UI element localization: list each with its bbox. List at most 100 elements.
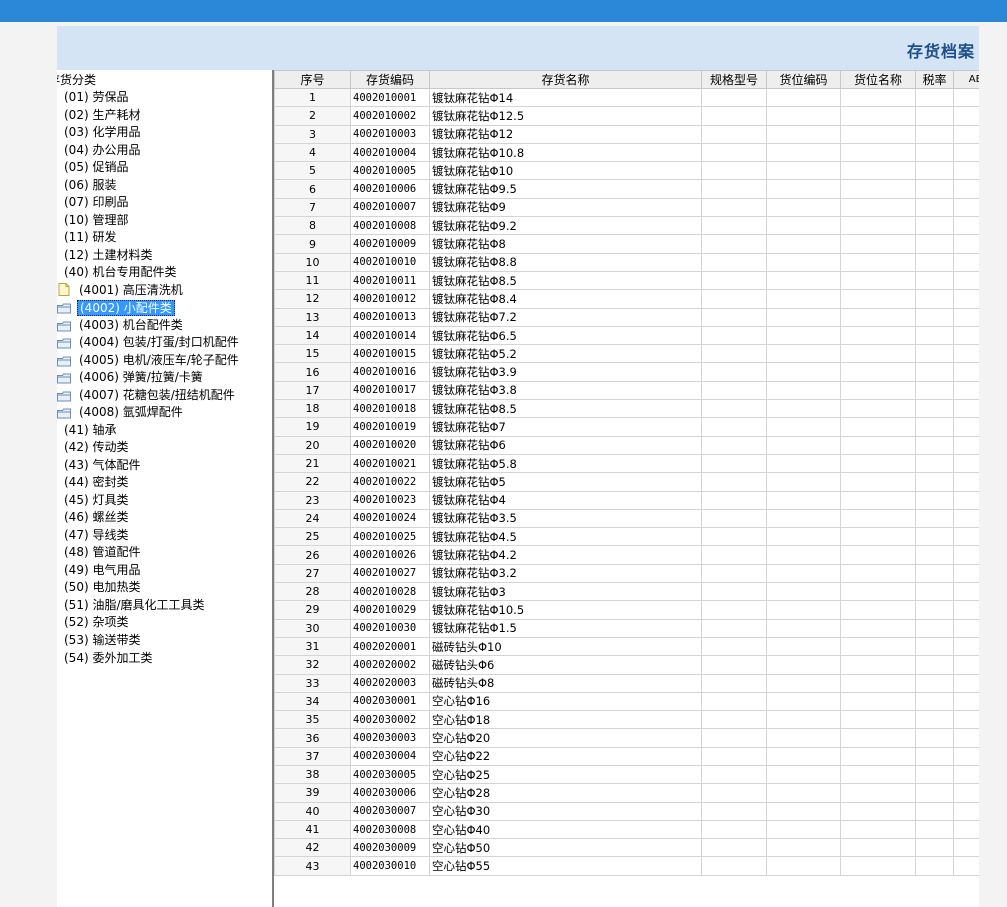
col-loc-code-cell[interactable]	[766, 435, 841, 455]
col-loc-code-cell[interactable]	[766, 124, 841, 144]
col-spec-cell[interactable]	[701, 435, 767, 455]
col-abc-cell[interactable]	[953, 618, 979, 638]
col-loc-name-cell[interactable]	[840, 490, 916, 510]
col-loc-name-cell[interactable]	[840, 325, 916, 346]
col-spec-cell[interactable]	[701, 472, 767, 492]
col-tax-cell[interactable]	[915, 252, 954, 272]
col-tax-cell[interactable]	[915, 472, 954, 492]
col-abc-cell[interactable]	[953, 307, 979, 327]
col-tax-cell[interactable]	[915, 563, 954, 584]
col-code-cell[interactable]: 4002010028	[350, 582, 430, 602]
tree-root-label[interactable]: 存货分类	[57, 72, 96, 89]
col-tax-cell[interactable]	[915, 582, 954, 602]
col-spec-cell[interactable]	[701, 728, 767, 748]
table-row[interactable]: 16 4002010016 镀钛麻花钻Φ3.9	[274, 362, 979, 382]
col-index-cell[interactable]: 35	[274, 710, 351, 730]
col-abc-cell[interactable]	[953, 252, 979, 272]
col-loc-code-cell[interactable]	[766, 307, 841, 327]
col-name-cell[interactable]: 空心钻Φ55	[429, 856, 702, 876]
col-loc-name-cell[interactable]	[840, 179, 916, 199]
col-name-cell[interactable]: 镀钛麻花钻Φ5.8	[429, 453, 702, 474]
col-loc-name-cell[interactable]	[840, 618, 916, 638]
col-spec-cell[interactable]	[701, 508, 767, 529]
table-row[interactable]: 5 4002010005 镀钛麻花钻Φ10	[274, 161, 979, 181]
category-tree[interactable]: 存货分类 (01) 劳保品 (02) 生产耗材 (03) 化学用品 (04) 办公用品…	[57, 70, 272, 907]
tree-item[interactable]: (42) 传动类	[57, 439, 272, 457]
col-spec-cell[interactable]	[701, 490, 767, 510]
col-tax-cell[interactable]	[915, 197, 954, 218]
col-loc-code-cell[interactable]	[766, 783, 841, 803]
col-index-cell[interactable]: 9	[274, 234, 351, 254]
col-name-cell[interactable]: 镀钛麻花钻Φ10	[429, 161, 702, 181]
col-spec-cell[interactable]	[701, 600, 767, 620]
col-code-cell[interactable]: 4002010002	[350, 106, 430, 126]
col-spec-cell[interactable]	[701, 764, 767, 785]
col-code-cell[interactable]: 4002010004	[350, 142, 430, 163]
col-name-cell[interactable]: 镀钛麻花钻Φ5.2	[429, 344, 702, 364]
col-loc-name-cell[interactable]	[840, 728, 916, 748]
col-tax-cell[interactable]	[915, 124, 954, 144]
col-index-cell[interactable]: 18	[274, 399, 351, 419]
col-abc-cell[interactable]	[953, 197, 979, 218]
col-loc-code-cell[interactable]	[766, 856, 841, 876]
col-loc-name-cell[interactable]	[840, 655, 916, 675]
col-abc-cell[interactable]	[953, 856, 979, 876]
col-tax-cell[interactable]	[915, 234, 954, 254]
table-row[interactable]: 6 4002010006 镀钛麻花钻Φ9.5	[274, 179, 979, 199]
table-row[interactable]: 19 4002010019 镀钛麻花钻Φ7	[274, 417, 979, 437]
col-loc-code-cell[interactable]	[766, 106, 841, 126]
col-index-cell[interactable]: 21	[274, 453, 351, 474]
col-loc-code-cell[interactable]	[766, 87, 841, 108]
col-loc-code-cell[interactable]	[766, 655, 841, 675]
col-index-cell[interactable]: 28	[274, 582, 351, 602]
col-code-cell[interactable]: 4002010012	[350, 289, 430, 309]
tree-item[interactable]: (04) 办公用品	[57, 142, 272, 160]
tree-item[interactable]: (01) 劳保品	[57, 89, 272, 107]
col-abc-cell[interactable]	[953, 563, 979, 584]
col-spec-cell[interactable]	[701, 783, 767, 803]
col-name-cell[interactable]: 镀钛麻花钻Φ10.8	[429, 142, 702, 163]
col-tax-cell[interactable]	[915, 344, 954, 364]
col-loc-name-cell[interactable]	[840, 307, 916, 327]
col-name-cell[interactable]: 镀钛麻花钻Φ9.2	[429, 216, 702, 236]
col-spec-cell[interactable]	[701, 636, 767, 657]
col-loc-name-cell[interactable]	[840, 435, 916, 455]
col-spec-cell[interactable]	[701, 563, 767, 584]
tree-item[interactable]: (06) 服装	[57, 177, 272, 195]
tree-item[interactable]: (4001) 高压清洗机	[57, 282, 272, 300]
col-name-cell[interactable]: 镀钛麻花钻Φ8.4	[429, 289, 702, 309]
col-tax-cell[interactable]	[915, 307, 954, 327]
tree-item[interactable]: (45) 灯具类	[57, 492, 272, 510]
col-abc-cell[interactable]	[953, 527, 979, 547]
col-spec-cell[interactable]	[701, 691, 767, 712]
col-loc-name-cell[interactable]	[840, 87, 916, 108]
col-index-cell[interactable]: 3	[274, 124, 351, 144]
col-loc-code-cell[interactable]	[766, 490, 841, 510]
table-row[interactable]: 24 4002010024 镀钛麻花钻Φ3.5	[274, 508, 979, 529]
tree-item[interactable]: (51) 油脂/磨具化工工具类	[57, 597, 272, 615]
col-abc-cell[interactable]	[953, 234, 979, 254]
col-index-cell[interactable]: 8	[274, 216, 351, 236]
col-tax-cell[interactable]	[915, 179, 954, 199]
table-row[interactable]: 31 4002020001 磁砖钻头Φ10	[274, 636, 979, 657]
col-index-cell[interactable]: 12	[274, 289, 351, 309]
table-row[interactable]: 30 4002010030 镀钛麻花钻Φ1.5	[274, 618, 979, 638]
col-abc-cell[interactable]	[953, 582, 979, 602]
col-abc-cell[interactable]	[953, 728, 979, 748]
col-code-cell[interactable]: 4002010029	[350, 600, 430, 620]
table-row[interactable]: 41 4002030008 空心钻Φ40	[274, 819, 979, 840]
col-spec-cell[interactable]	[701, 819, 767, 840]
col-code-cell[interactable]: 4002030007	[350, 801, 430, 821]
col-loc-code-cell[interactable]	[766, 563, 841, 584]
col-index-cell[interactable]: 4	[274, 142, 351, 163]
col-name-cell[interactable]: 镀钛麻花钻Φ7	[429, 417, 702, 437]
col-spec-cell[interactable]	[701, 655, 767, 675]
col-abc-cell[interactable]	[953, 106, 979, 126]
col-loc-code-cell[interactable]	[766, 380, 841, 401]
table-row[interactable]: 10 4002010010 镀钛麻花钻Φ8.8	[274, 252, 979, 272]
col-abc-cell[interactable]	[953, 216, 979, 236]
table-row[interactable]: 34 4002030001 空心钻Φ16	[274, 691, 979, 712]
tree-item[interactable]: (41) 轴承	[57, 422, 272, 440]
col-loc-name-cell[interactable]	[840, 124, 916, 144]
col-name-cell[interactable]: 镀钛麻花钻Φ4.5	[429, 527, 702, 547]
